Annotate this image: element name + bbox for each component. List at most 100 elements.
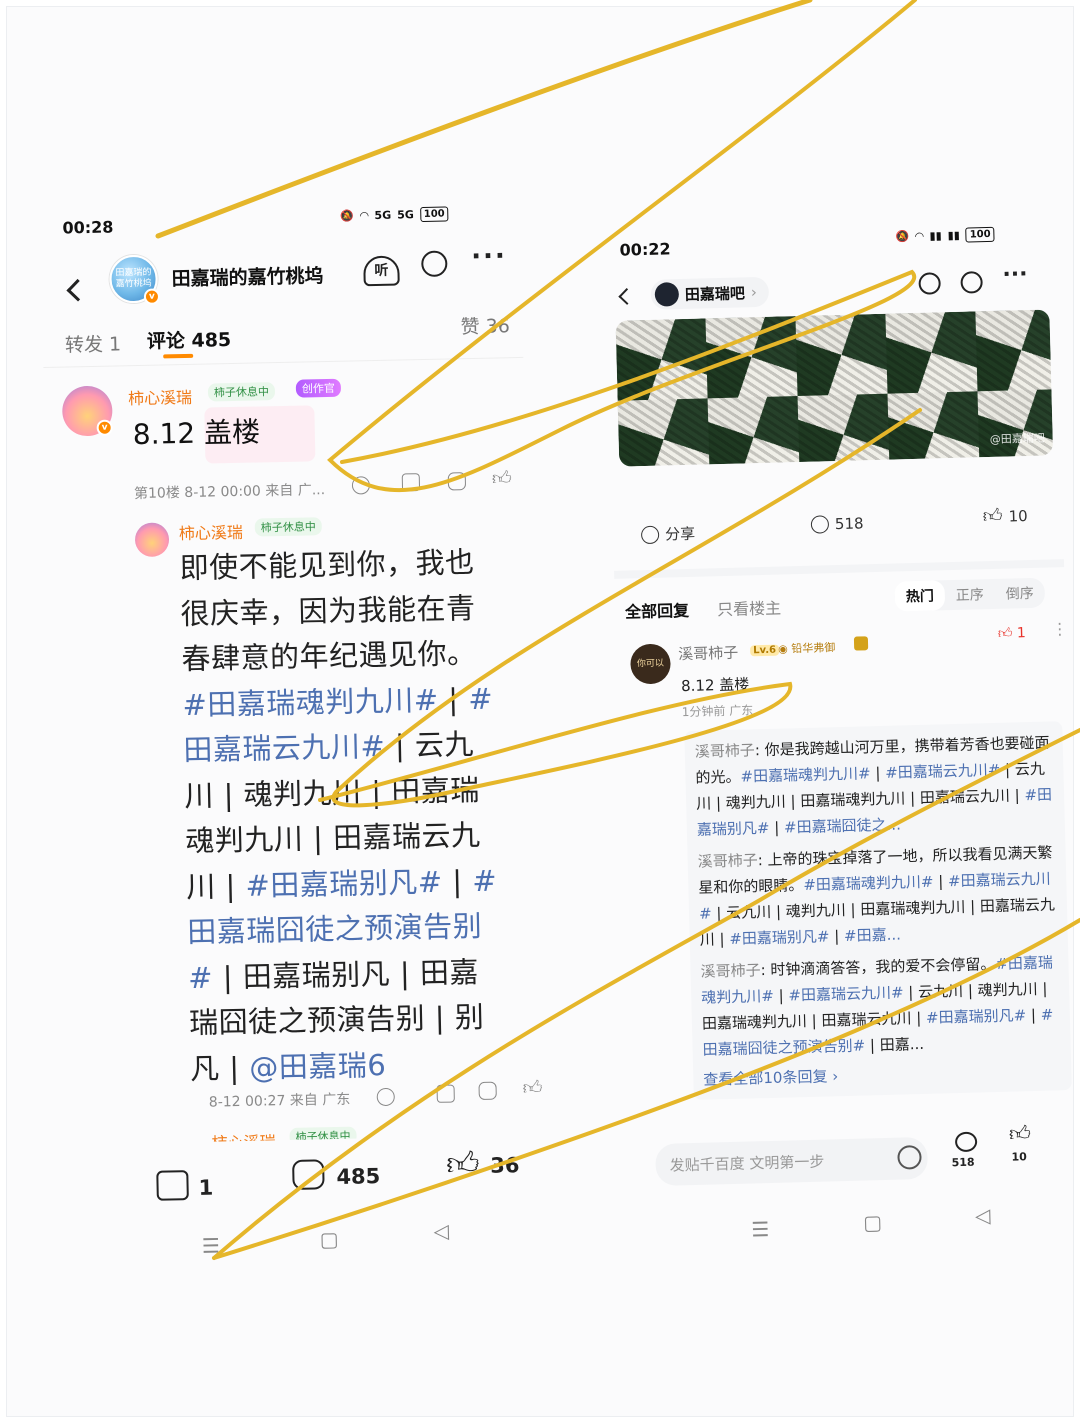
sub-reply-text: | 田嘉... [864, 1034, 925, 1055]
nav-back-icon[interactable]: ◁ [975, 1203, 991, 1227]
repost-icon[interactable] [156, 1170, 189, 1201]
section-divider [614, 559, 1065, 579]
share-action[interactable]: 分享 [640, 523, 696, 545]
reply-line: # | 田嘉瑞别凡 | 田嘉 [188, 948, 539, 1001]
search-icon[interactable] [918, 272, 941, 295]
reply-text: 即使不能见到你，我也 很庆幸，因为我能在青 春肆意的年纪遇见你。 #田嘉瑞魂判九川# … [179, 539, 540, 1092]
hashtag-link[interactable]: #田嘉瑞云九川# [885, 761, 1001, 782]
like-icon[interactable]: 👍︎ [1009, 1120, 1032, 1147]
hashtag-link[interactable]: # [468, 681, 494, 716]
signal-icon-2: 5G [397, 208, 414, 222]
commenter-name[interactable]: 柿心溪瑞 [128, 384, 193, 409]
sort-hot[interactable]: 热门 [894, 580, 946, 612]
reply-line: 春肆意的年纪遇见你。 [181, 630, 532, 683]
listen-icon[interactable]: 听 [363, 255, 400, 287]
tab-all-replies[interactable]: 全部回复 [625, 597, 690, 623]
sub-replies: 溪哥柿子: 你是我跨越山河万里，携带着芳香也要碰面的光。#田嘉瑞魂判九川# | … [684, 721, 1072, 1100]
like-icon[interactable]: 👍︎ [492, 467, 512, 490]
sub-reply[interactable]: 溪哥柿子: 上帝的珠宝掉落了一地，所以我看见满天繁星和你的眼睛。#田嘉瑞魂判九川… [697, 839, 1058, 952]
tab-owner-only[interactable]: 只看楼主 [717, 595, 782, 621]
comment-icon[interactable] [954, 1131, 978, 1153]
more-vertical-icon[interactable]: ⋮ [1051, 619, 1067, 638]
sub-reply[interactable]: 溪哥柿子: 时钟滴滴答答，我的爱不会停留。#田嘉瑞魂判九川# | #田嘉瑞云九川… [700, 949, 1061, 1062]
hashtag-link[interactable]: 田嘉瑞云九川# [183, 729, 385, 767]
hashtag-link[interactable]: @田嘉瑞6 [249, 1047, 387, 1084]
post-image[interactable]: @田嘉瑞吧 [615, 309, 1054, 467]
dislike-icon[interactable] [351, 476, 371, 495]
nav-home-icon[interactable]: ▢ [863, 1210, 883, 1234]
commenter-avatar[interactable]: 你可以 [629, 643, 672, 685]
hashtag-link[interactable]: # [188, 960, 214, 995]
sub-reply[interactable]: 溪哥柿子: 你是我跨越山河万里，携带着芳香也要碰面的光。#田嘉瑞魂判九川# | … [694, 729, 1055, 842]
comment-icon[interactable] [292, 1159, 325, 1190]
dislike-icon[interactable] [376, 1087, 395, 1107]
comment-like-count: 1 [1016, 625, 1027, 642]
battery-icon: 100 [965, 226, 995, 243]
bottom-like-count: 10 [1011, 1150, 1028, 1164]
tab-likes[interactable]: 赞 36 [460, 311, 510, 339]
reply-input[interactable]: 发贴千百度 文明第一步 [655, 1136, 929, 1186]
reply-author[interactable]: 柿心溪瑞 [179, 519, 244, 544]
hashtag-link[interactable]: 田嘉瑞囧徒之预演告别 [187, 909, 483, 949]
medal-icon: ◉ [777, 642, 788, 656]
share-icon[interactable] [436, 1084, 455, 1103]
sort-toggle: 热门 正序 倒序 [894, 577, 1046, 612]
comment-like[interactable]: 👍︎ 1 [998, 624, 1026, 642]
sub-reply-author[interactable]: 溪哥柿子 [700, 961, 760, 981]
tab-indicator [163, 353, 194, 359]
comment-action[interactable]: 518 [810, 514, 864, 534]
tab-divider [43, 356, 524, 368]
hashtag-link[interactable]: #田嘉瑞云九川# [788, 983, 904, 1004]
hashtag-link[interactable]: #田嘉瑞别凡# [729, 927, 830, 948]
tab-repost[interactable]: 转发 1 [65, 329, 122, 357]
see-all-replies-link[interactable]: 查看全部10条回复 › [703, 1059, 1061, 1089]
hashtag-link[interactable]: #田嘉瑞别凡# [926, 1006, 1027, 1027]
hashtag-link[interactable]: #田嘉瑞囧徒之... [784, 815, 901, 836]
nav-menu-icon[interactable]: ☰ [751, 1217, 770, 1241]
sort-asc[interactable]: 正序 [944, 579, 995, 610]
signal-icon-2: ▮▮ [947, 228, 960, 243]
forum-pill[interactable]: 田嘉瑞吧 › [650, 276, 770, 310]
reply-avatar[interactable] [134, 522, 170, 558]
nav-back-icon[interactable]: ◁ [433, 1219, 449, 1243]
level-badge: Lv.6 [750, 644, 780, 657]
title-badge: ◉ 铅华弗御 [778, 639, 836, 656]
commenter-name[interactable]: 溪哥柿子 [678, 642, 739, 665]
reply-segment: 川 | [185, 868, 246, 904]
share-icon[interactable] [401, 473, 421, 492]
comment-icon[interactable] [447, 472, 467, 491]
creator-chip: 创作官 [295, 378, 342, 398]
battery-icon: 100 [419, 206, 449, 223]
back-icon[interactable] [618, 287, 636, 305]
mute-icon: 🔕 [895, 230, 910, 244]
back-icon[interactable] [66, 278, 90, 302]
hashtag-link[interactable]: #田嘉瑞魂判九川# [803, 873, 934, 894]
repost-count: 1 [198, 1175, 214, 1200]
sub-reply-text: | [1025, 1005, 1041, 1025]
sub-reply-author[interactable]: 溪哥柿子 [695, 741, 755, 761]
forum-avatar [654, 282, 680, 307]
like-icon[interactable]: 👍︎ [446, 1144, 480, 1184]
hashtag-link[interactable]: #田嘉瑞魂判九川# [740, 764, 871, 785]
account-title[interactable]: 田嘉瑞的嘉竹桃坞 [171, 261, 324, 291]
search-icon[interactable] [421, 250, 448, 278]
nav-menu-icon[interactable]: ☰ [202, 1233, 220, 1257]
hashtag-link[interactable]: #田嘉... [844, 926, 901, 945]
sort-desc[interactable]: 倒序 [994, 578, 1045, 609]
nav-home-icon[interactable]: ▢ [319, 1227, 338, 1251]
reply-segment: 魂判九川 | 田嘉瑞云九 [184, 817, 481, 859]
hashtag-link[interactable]: #田嘉瑞别凡# [245, 864, 443, 902]
more-icon[interactable]: ··· [1002, 262, 1028, 288]
more-icon[interactable]: ··· [471, 241, 507, 272]
like-icon: 👍︎ [997, 625, 1013, 642]
hashtag-link[interactable]: #田嘉瑞魂判九川# [182, 682, 439, 721]
like-action[interactable]: 👍︎ 10 [982, 504, 1028, 528]
like-icon[interactable]: 👍︎ [522, 1077, 542, 1100]
sub-reply-text: | [933, 872, 949, 891]
edit-icon[interactable] [960, 271, 983, 294]
tab-comments[interactable]: 评论 485 [147, 325, 232, 354]
comment-icon[interactable] [478, 1081, 497, 1101]
hashtag-link[interactable]: # [472, 863, 498, 898]
sub-reply-author[interactable]: 溪哥柿子 [697, 851, 757, 871]
reply-meta: 8-12 00:27 来自 广东 [208, 1091, 351, 1111]
